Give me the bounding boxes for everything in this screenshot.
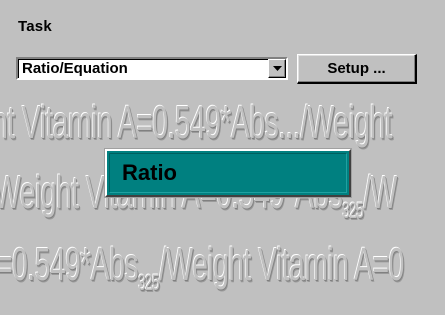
watermark-line-3: =0.549*Abs325/Weight Vitamin A=0 <box>0 237 404 296</box>
watermark-line-1: ht Vitamin A=0.549*Abs.../Weight <box>0 95 393 149</box>
ratio-option[interactable]: Ratio <box>105 149 351 197</box>
task-panel: Task Ratio/Equation Setup ... ht Vitamin… <box>0 0 445 315</box>
setup-button[interactable]: Setup ... <box>297 54 417 84</box>
watermark-line-3-tail: /Weight Vitamin A=0 <box>158 238 404 290</box>
task-dropdown[interactable]: Ratio/Equation <box>16 57 288 80</box>
watermark-line-3-text: =0.549*Abs <box>0 238 139 290</box>
equation-watermark: ht Vitamin A=0.549*Abs.../Weight Weight … <box>0 95 445 315</box>
dropdown-arrow-button[interactable] <box>268 59 286 78</box>
ratio-option-label: Ratio <box>122 160 177 185</box>
watermark-line-3-sub: 325 <box>138 270 160 296</box>
chevron-down-icon <box>272 66 282 71</box>
ratio-option-inner: Ratio <box>109 153 347 193</box>
task-label: Task <box>18 18 52 35</box>
task-dropdown-value: Ratio/Equation <box>22 60 128 77</box>
watermark-line-1-text: ht Vitamin A=0.549*Abs.../Weight <box>0 96 393 148</box>
watermark-line-2-tail: /W <box>363 166 397 218</box>
watermark-line-2-sub: 325 <box>342 198 364 224</box>
